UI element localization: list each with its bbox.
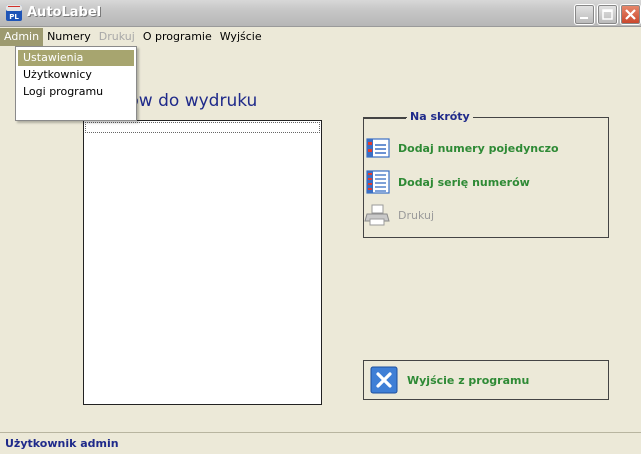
add-number-series-button[interactable]: Dodaj serię numerów	[364, 168, 604, 196]
exit-program-label: Wyjście z programu	[407, 373, 530, 387]
svg-text:PL: PL	[9, 13, 19, 21]
close-window-button[interactable]	[620, 4, 641, 25]
list-series-icon	[366, 170, 390, 194]
exit-program-button[interactable]: Wyjście z programu	[363, 360, 609, 400]
menu-bar: Admin Numery Drukuj O programie Wyjście	[0, 28, 641, 46]
list-single-icon	[366, 138, 390, 158]
menu-wyjscie[interactable]: Wyjście	[216, 28, 266, 46]
shortcuts-legend: Na skróty	[407, 110, 473, 123]
add-single-numbers-label: Dodaj numery pojedynczo	[398, 141, 559, 155]
group-border	[364, 118, 406, 119]
menu-drukuj[interactable]: Drukuj	[95, 28, 139, 46]
printer-icon	[364, 204, 390, 226]
add-number-series-label: Dodaj serię numerów	[398, 175, 530, 189]
window-title: AutoLabel	[27, 5, 102, 20]
menu-item-logi-programu[interactable]: Logi programu	[18, 84, 134, 100]
close-x-icon	[370, 366, 398, 394]
minimize-button[interactable]	[574, 4, 595, 25]
maximize-icon	[602, 9, 613, 20]
app-logo-icon: PL	[6, 5, 22, 21]
close-icon	[625, 9, 636, 20]
add-single-numbers-button[interactable]: Dodaj numery pojedynczo	[364, 134, 604, 162]
app-window: PL AutoLabel Admin Numery Drukuj O progr…	[0, 0, 641, 454]
maximize-button[interactable]	[597, 4, 618, 25]
print-shortcut-label: Drukuj	[398, 208, 435, 222]
status-bar: Użytkownik admin	[0, 432, 641, 454]
list-focus-row[interactable]	[85, 122, 320, 133]
logged-user-status: Użytkownik admin	[5, 437, 119, 450]
title-bar[interactable]: PL AutoLabel	[0, 0, 641, 27]
minimize-icon	[580, 17, 588, 19]
admin-dropdown-menu: Ustawienia Użytkownicy Logi programu	[15, 46, 137, 121]
menu-numery[interactable]: Numery	[43, 28, 95, 46]
menu-admin[interactable]: Admin	[0, 28, 44, 46]
menu-item-ustawienia[interactable]: Ustawienia	[18, 50, 134, 66]
print-shortcut-button[interactable]: Drukuj	[364, 201, 604, 229]
menu-item-uzytkownicy[interactable]: Użytkownicy	[18, 67, 134, 83]
menu-o-programie[interactable]: O programie	[139, 28, 216, 46]
numbers-to-print-list[interactable]	[83, 120, 322, 405]
